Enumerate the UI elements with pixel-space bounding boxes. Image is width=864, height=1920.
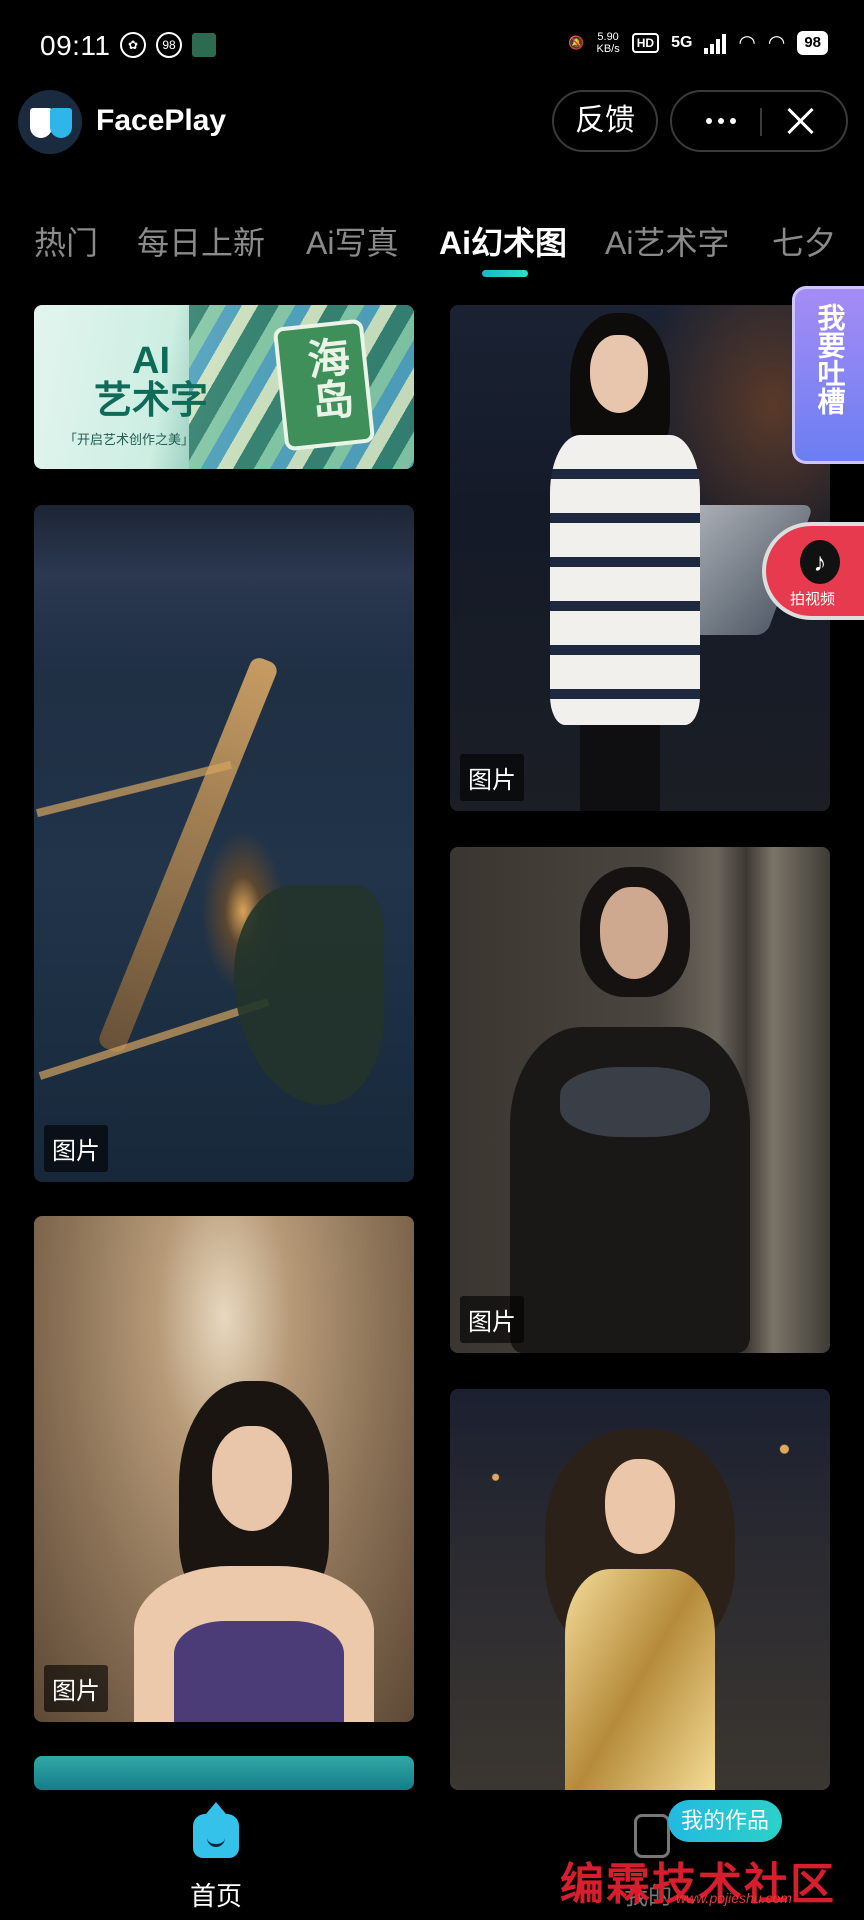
app-name: FacePlay [96,104,227,137]
notif-count-icon: 98 [156,32,182,58]
faceplay-logo-icon [18,90,82,154]
figure-face [600,887,668,979]
app-header: FacePlay 反馈 [0,88,864,158]
home-icon[interactable] [193,1814,239,1858]
tiktok-shoot-button[interactable]: ♪ 拍视频 [762,522,864,620]
hd-badge: HD [631,32,660,53]
tab-ai-illusion[interactable]: Ai幻术图 [439,218,567,264]
figure-face [212,1426,292,1531]
girl-purple-top-card[interactable]: 图片 [34,1216,414,1722]
ai-art-text-banner[interactable]: 海岛 AI 艺术字 「开启艺术创作之美」 [34,305,414,469]
card-type-label: 图片 [44,1665,108,1712]
figure-bow [560,1067,710,1137]
wechat-icon: ✿ [120,32,146,58]
tab-daily-new[interactable]: 每日上新 [137,218,265,264]
status-time: 09:11 [40,30,111,61]
wifi-icon-2: ◠ [767,32,786,54]
status-notifications: ✿ 98 [120,32,216,58]
tiktok-label: 拍视频 [790,591,836,608]
capsule-divider [760,108,762,136]
banner-title-line2: 艺术字 [94,380,209,422]
city-land [234,885,384,1105]
card-type-label: 图片 [460,1296,524,1343]
card-type-label: 图片 [44,1125,108,1172]
more-icon[interactable] [696,92,746,150]
complaint-tab-label: 我要吐槽 [814,303,846,415]
tab-qixi[interactable]: 七夕 [772,218,836,264]
girl-black-dress-card[interactable]: 图片 [450,847,830,1353]
figure-dress [565,1569,715,1790]
tab-ai-art-text[interactable]: Ai艺术字 [605,218,729,264]
wifi-icon: ◠ [738,32,756,54]
city-bridge-2 [38,998,270,1080]
status-system-icons: 🔕 5.90 KB/s HD 5G ◠ ◠ 98 [568,30,828,55]
banner-island-text: 海岛 [300,334,356,423]
feedback-button[interactable]: 反馈 [552,90,658,152]
banner-subtitle: 「开启艺术创作之美」 [64,432,195,447]
figure-top [174,1621,344,1722]
app-badge-icon [192,33,216,57]
city-night-card[interactable]: 图片 [34,505,414,1182]
banner-title-line1: AI [132,340,170,382]
sea-card[interactable] [34,1756,414,1790]
card-type-label: 图片 [460,754,524,801]
figure-face [590,335,648,413]
net-speed-unit: KB/s [596,42,620,55]
figure-face [605,1459,675,1554]
girl-gold-dress-card[interactable] [450,1389,830,1790]
category-tabs: 热门 每日上新 Ai写真 Ai幻术图 Ai艺术字 七夕 [0,210,864,280]
close-icon[interactable] [782,102,820,140]
tab-ai-portrait[interactable]: Ai写真 [306,218,398,264]
tab-indicator [482,270,528,277]
figure-legs [580,725,660,811]
complaint-tab[interactable]: 我要吐槽 [792,286,864,464]
banner-title: AI 艺术字 [94,341,208,421]
tiktok-icon: ♪ [800,540,840,584]
status-bar: 09:11 ✿ 98 🔕 5.90 KB/s HD 5G ◠ ◠ 98 [0,0,864,92]
signal-icon [704,32,727,54]
tab-hot[interactable]: 热门 [34,218,98,264]
watermark-url: www.pojieshu.com [676,1890,792,1906]
my-works-tooltip[interactable]: 我的作品 [668,1800,782,1842]
figure-dress [550,435,700,725]
network-type: 5G [671,33,693,51]
miniapp-capsule [670,90,848,152]
net-speed: 5.90 KB/s [596,31,619,55]
banner-island-image: 海岛 [272,318,376,452]
nav-home-label[interactable]: 首页 [190,1876,242,1913]
net-speed-value: 5.90 [597,30,619,43]
mute-icon: 🔕 [568,34,585,50]
battery-icon: 98 [797,30,828,55]
